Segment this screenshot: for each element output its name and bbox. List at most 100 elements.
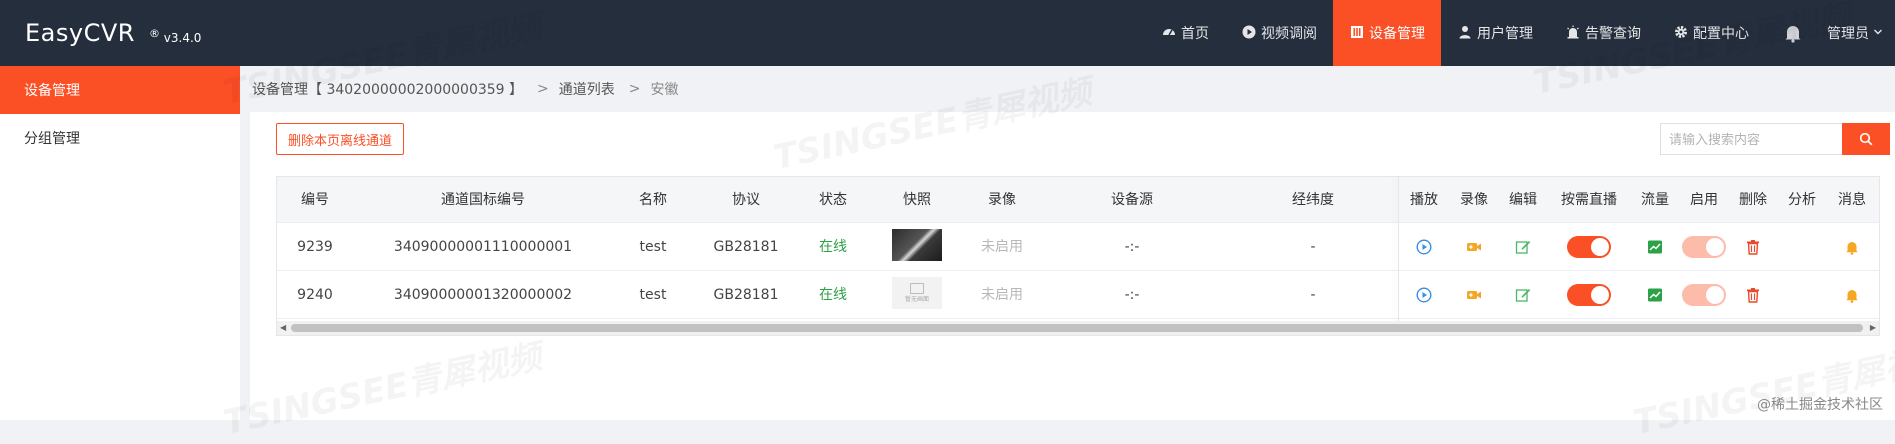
watermark: TSINGSEE青犀视频 xyxy=(218,329,545,444)
main-panel: TSINGSEE青犀视频 TSINGSEE青犀视频 TSINGSEE青犀视频 T… xyxy=(220,0,1895,443)
breadcrumb-root[interactable]: 设备管理【 34020000002000000359 】 xyxy=(252,79,523,99)
breadcrumb-channel-list[interactable]: 通道列表 xyxy=(559,79,615,99)
enable-toggle[interactable] xyxy=(1682,236,1726,258)
nav-alarms[interactable]: 告警查询 xyxy=(1549,0,1657,66)
search-input[interactable] xyxy=(1660,123,1842,155)
chevron-down-icon xyxy=(1873,27,1883,40)
search-box xyxy=(1660,123,1890,155)
search-button[interactable] xyxy=(1842,123,1890,155)
breadcrumb-separator: > xyxy=(537,81,549,97)
nav-home[interactable]: 首页 xyxy=(1145,0,1225,66)
table-row: 9239 34090000001110000001 test GB28181 在… xyxy=(277,223,1879,271)
horizontal-scrollbar[interactable]: ◀ ▶ xyxy=(277,321,1879,335)
user-menu[interactable]: 管理员 xyxy=(1821,0,1895,66)
fixed-column-divider xyxy=(1398,177,1399,321)
table-header: 编号 通道国标编号 名称 协议 状态 快照 录像 设备源 经纬度 播放 录像 编… xyxy=(277,177,1879,223)
cell-name: test xyxy=(639,287,667,303)
column-header: 编辑 xyxy=(1509,192,1537,208)
bell-icon[interactable] xyxy=(1844,287,1860,303)
column-header: 快照 xyxy=(903,192,931,208)
edit-icon[interactable] xyxy=(1515,239,1531,255)
column-header: 录像 xyxy=(988,192,1016,208)
record-video-icon[interactable] xyxy=(1466,287,1482,303)
column-header: 分析 xyxy=(1788,192,1816,208)
scroll-left-icon[interactable]: ◀ xyxy=(280,323,286,332)
sidebar-item-group-management[interactable]: 分组管理 xyxy=(0,114,240,162)
scroll-right-icon[interactable]: ▶ xyxy=(1870,323,1876,332)
column-header: 协议 xyxy=(732,192,760,208)
column-header: 按需直播 xyxy=(1561,192,1617,208)
sidebar-item-label: 设备管理 xyxy=(24,83,80,99)
user-name: 管理员 xyxy=(1827,26,1869,42)
snapshot-thumbnail[interactable] xyxy=(892,229,942,261)
breadcrumb: 设备管理【 34020000002000000359 】 > 通道列表 > 安徽 xyxy=(240,66,1895,112)
nav-video[interactable]: 视频调阅 xyxy=(1225,0,1333,66)
watermark: TSINGSEE青犀视频 xyxy=(1628,329,1895,444)
trash-icon[interactable] xyxy=(1745,287,1761,303)
edit-icon[interactable] xyxy=(1515,287,1531,303)
breadcrumb-separator: > xyxy=(628,81,641,97)
cell-record: 未启用 xyxy=(981,239,1023,255)
sidebar: 设备管理 分组管理 xyxy=(0,66,240,420)
cell-protocol: GB28181 xyxy=(713,239,779,255)
cell-name: test xyxy=(639,239,667,255)
snapshot-placeholder-text: 暂无画面 xyxy=(904,295,929,303)
nav-label: 首页 xyxy=(1181,26,1209,42)
cell-gb-code: 34090000001110000001 xyxy=(393,239,573,255)
alarm-icon xyxy=(1565,25,1581,41)
user-icon xyxy=(1457,25,1473,41)
sidebar-item-device-management[interactable]: 设备管理 xyxy=(0,66,240,114)
column-header: 名称 xyxy=(639,192,667,208)
nav-label: 告警查询 xyxy=(1585,26,1641,42)
column-header: 消息 xyxy=(1838,192,1866,208)
column-header: 通道国标编号 xyxy=(441,192,525,208)
cell-source: -:- xyxy=(1124,287,1140,303)
nav-config[interactable]: 配置中心 xyxy=(1657,0,1765,66)
snapshot-placeholder[interactable]: 暂无画面 xyxy=(892,277,942,309)
cell-status: 在线 xyxy=(819,287,847,303)
scrollbar-thumb[interactable] xyxy=(291,324,1863,332)
table-row: 9240 34090000001320000002 test GB28181 在… xyxy=(277,271,1879,319)
top-navbar: EasyCVR ® v3.4.0 首页 视频调阅 设备管理 用户管理 告警查询 … xyxy=(0,0,1895,66)
notification-bell[interactable] xyxy=(1765,0,1821,66)
credit-watermark: @稀土掘金技术社区 xyxy=(1757,397,1883,413)
record-video-icon[interactable] xyxy=(1466,239,1482,255)
nav-label: 视频调阅 xyxy=(1261,26,1317,42)
play-icon[interactable] xyxy=(1416,239,1432,255)
column-header: 编号 xyxy=(301,192,329,208)
device-icon xyxy=(1349,25,1365,41)
nav-users[interactable]: 用户管理 xyxy=(1441,0,1549,66)
delete-offline-channels-button[interactable]: 删除本页离线通道 xyxy=(276,123,405,155)
sidebar-item-label: 分组管理 xyxy=(24,131,80,147)
column-header: 播放 xyxy=(1410,192,1438,208)
dashboard-icon xyxy=(1161,25,1177,41)
on-demand-live-toggle[interactable] xyxy=(1567,236,1611,258)
play-circle-icon xyxy=(1241,25,1257,41)
nav-label: 配置中心 xyxy=(1693,26,1749,42)
nav-label: 用户管理 xyxy=(1477,26,1533,42)
main-nav: 首页 视频调阅 设备管理 用户管理 告警查询 配置中心 管理员 xyxy=(1145,0,1895,66)
column-header: 启用 xyxy=(1690,192,1718,208)
nav-label: 设备管理 xyxy=(1369,26,1425,42)
cell-gb-code: 34090000001320000002 xyxy=(393,287,573,303)
breadcrumb-current: 安徽 xyxy=(650,82,679,98)
app-name: EasyCVR xyxy=(25,19,135,47)
cell-status: 在线 xyxy=(819,239,847,255)
brand: EasyCVR ® v3.4.0 xyxy=(25,0,201,66)
cell-id: 9239 xyxy=(297,239,333,255)
traffic-chart-icon[interactable] xyxy=(1647,239,1663,255)
app-version: ® v3.4.0 xyxy=(148,27,202,45)
enable-toggle[interactable] xyxy=(1682,284,1726,306)
on-demand-live-toggle[interactable] xyxy=(1567,284,1611,306)
cell-id: 9240 xyxy=(297,287,333,303)
bell-icon xyxy=(1785,26,1801,43)
bell-icon[interactable] xyxy=(1844,239,1860,255)
play-icon[interactable] xyxy=(1416,287,1432,303)
traffic-chart-icon[interactable] xyxy=(1647,287,1663,303)
nav-device[interactable]: 设备管理 xyxy=(1333,0,1441,66)
column-header: 删除 xyxy=(1739,192,1767,208)
search-icon xyxy=(1859,132,1873,146)
trash-icon[interactable] xyxy=(1745,239,1761,255)
cell-latlng: - xyxy=(1310,239,1316,255)
gear-icon xyxy=(1673,25,1689,41)
